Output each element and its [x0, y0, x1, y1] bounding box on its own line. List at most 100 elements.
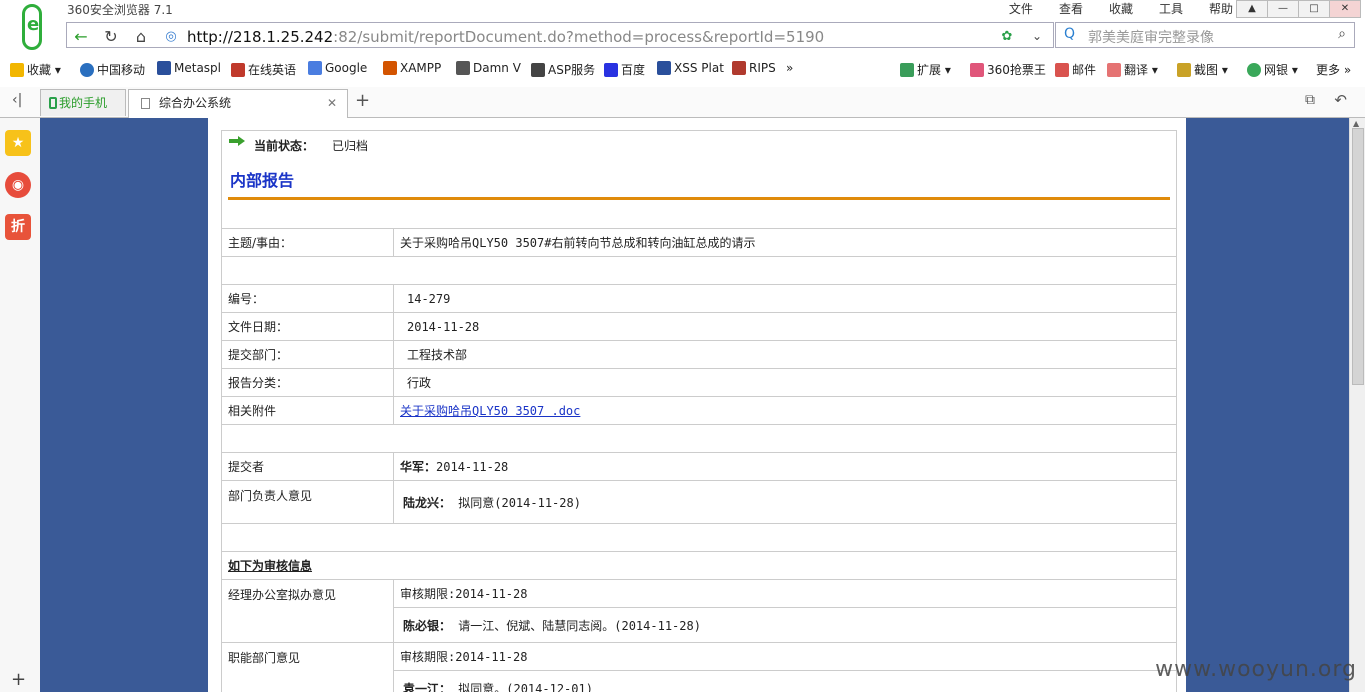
- bookmark-favorites[interactable]: 收藏 ▾: [10, 61, 61, 78]
- bookmark-metaspl[interactable]: Metaspl: [157, 61, 221, 75]
- table-row: 提交部门： 工程技术部: [222, 340, 1176, 369]
- category-value: 行政: [393, 368, 1176, 397]
- xampp-icon: [383, 61, 397, 75]
- tab-label: 综合办公系统: [159, 96, 232, 110]
- bookmark-online-english[interactable]: 在线英语: [231, 61, 296, 78]
- tool-translate[interactable]: 翻译 ▾: [1107, 61, 1158, 78]
- submitter-label: 提交者: [222, 452, 394, 481]
- report-document: 当前状态： 已归档 内部报告 主题/事由： 关于采购哈吊QLY50 3507#右…: [221, 130, 1177, 692]
- left-sidebar: ★ ◉ 折 +: [0, 118, 41, 692]
- back-icon[interactable]: ←: [69, 27, 93, 46]
- add-sidebar-icon[interactable]: +: [11, 669, 26, 690]
- extension-icon: [900, 63, 914, 77]
- tool-mail[interactable]: 邮件: [1055, 61, 1096, 78]
- report-title: 内部报告: [228, 157, 1170, 200]
- watermark: www.wooyun.org: [1155, 657, 1357, 682]
- number-label: 编号：: [222, 284, 394, 313]
- top-menu: 文件 查看 收藏 工具 帮助: [1009, 0, 1233, 17]
- minimize-icon[interactable]: —: [1267, 0, 1299, 18]
- report-container: 当前状态： 已归档 内部报告 主题/事由： 关于采购哈吊QLY50 3507#右…: [208, 118, 1186, 692]
- tab-office-system[interactable]: 综合办公系统 ✕: [128, 89, 348, 118]
- table-row-blank: [222, 424, 1176, 453]
- star-icon: [10, 63, 24, 77]
- menu-favorites[interactable]: 收藏: [1109, 0, 1133, 17]
- table-row: 提交者 华军：2014-11-28: [222, 452, 1176, 481]
- vertical-scrollbar[interactable]: ▲: [1349, 118, 1365, 692]
- menu-file[interactable]: 文件: [1009, 0, 1033, 17]
- review-section-heading: 如下为审核信息: [222, 551, 1176, 580]
- menu-help[interactable]: 帮助: [1209, 0, 1233, 17]
- ticket-icon: [970, 63, 984, 77]
- table-row-blank: [222, 256, 1176, 285]
- table-row: 文件日期： 2014-11-28: [222, 312, 1176, 341]
- asp-icon: [531, 63, 545, 77]
- close-tab-icon[interactable]: ✕: [327, 90, 337, 116]
- chevron-down-icon[interactable]: ⌄: [1025, 29, 1049, 43]
- maximize-icon[interactable]: □: [1298, 0, 1330, 18]
- number-value: 14-279: [393, 284, 1176, 313]
- rips-icon: [732, 61, 746, 75]
- office-label: 经理办公室拟办意见: [222, 579, 394, 643]
- bookmark-damn-v[interactable]: Damn V: [456, 61, 521, 75]
- menu-view[interactable]: 查看: [1059, 0, 1083, 17]
- tool-screenshot[interactable]: 截图 ▾: [1177, 61, 1228, 78]
- search-engine-icon[interactable]: Q: [1064, 26, 1075, 42]
- scrollbar-thumb[interactable]: [1352, 128, 1364, 385]
- dept-head-label: 部门负责人意见: [222, 480, 394, 524]
- bookmark-google[interactable]: Google: [308, 61, 367, 75]
- baidu-icon: [604, 63, 618, 77]
- office-opinion: 请一江、倪斌、陆慧同志阅。(2014-11-28): [458, 618, 701, 633]
- tab-scroll-left-icon[interactable]: ‹|: [12, 92, 22, 108]
- speed-mode-icon[interactable]: ✿: [995, 29, 1019, 44]
- table-row: 如下为审核信息: [222, 551, 1176, 580]
- attachment-link[interactable]: 关于采购哈吊QLY50 3507 .doc: [400, 404, 580, 418]
- bookmark-xampp[interactable]: XAMPP: [383, 61, 441, 75]
- func-opinion: 拟同意。(2014-12-01): [458, 681, 593, 692]
- weibo-icon[interactable]: ◉: [5, 172, 31, 198]
- pin-icon[interactable]: ▲: [1236, 0, 1268, 18]
- table-row: 主题/事由： 关于采购哈吊QLY50 3507#右前转向节总成和转向油缸总成的请…: [222, 228, 1176, 257]
- bookmark-asp[interactable]: ASP服务: [531, 61, 595, 78]
- table-row: 编号： 14-279: [222, 284, 1176, 313]
- address-row: ← ↻ ⌂ ◎ http://218.1.25.242:82/submit/re…: [0, 20, 1365, 55]
- bookmark-baidu[interactable]: 百度: [604, 61, 645, 78]
- url-text[interactable]: http://218.1.25.242:82/submit/reportDocu…: [187, 28, 824, 46]
- new-tab-icon[interactable]: +: [355, 90, 370, 111]
- dvwa-icon: [456, 61, 470, 75]
- undo-close-icon[interactable]: ↶: [1334, 91, 1347, 109]
- tool-bank[interactable]: 网银 ▾: [1247, 61, 1298, 78]
- tab-label: 我的手机: [59, 96, 108, 110]
- search-input[interactable]: 郭美美庭审完整录像: [1088, 27, 1214, 47]
- page-icon: [141, 98, 150, 109]
- bookmark-china-mobile[interactable]: 中国移动: [80, 61, 145, 78]
- func-label: 职能部门意见: [222, 642, 394, 692]
- search-icon[interactable]: ⌕: [1338, 26, 1346, 42]
- tool-extensions[interactable]: 扩展 ▾: [900, 61, 951, 78]
- tool-more[interactable]: 更多 »: [1316, 61, 1351, 78]
- close-window-icon[interactable]: ✕: [1329, 0, 1361, 18]
- status-label: 当前状态：: [254, 139, 315, 153]
- menu-tools[interactable]: 工具: [1159, 0, 1183, 17]
- app-title: 360安全浏览器 7.1: [67, 3, 173, 17]
- table-row: 职能部门意见 审核期限:2014-11-28: [222, 642, 1176, 692]
- bookmarks-overflow-icon[interactable]: »: [786, 61, 793, 75]
- refresh-icon[interactable]: ↻: [99, 27, 123, 46]
- tab-my-phone[interactable]: 我的手机: [40, 89, 126, 116]
- bookmark-xss-plat[interactable]: XSS Plat: [657, 61, 724, 75]
- search-box[interactable]: Q 郭美美庭审完整录像 ⌕: [1055, 22, 1355, 48]
- office-name: 陈必银：: [403, 618, 452, 633]
- date-value: 2014-11-28: [393, 312, 1176, 341]
- favorites-star-icon[interactable]: ★: [5, 130, 31, 156]
- home-icon[interactable]: ⌂: [129, 27, 153, 46]
- restore-tabs-icon[interactable]: ⧉: [1305, 92, 1315, 108]
- discount-icon[interactable]: 折: [5, 214, 31, 240]
- scroll-up-icon[interactable]: ▲: [1353, 119, 1359, 128]
- address-bar[interactable]: ← ↻ ⌂ ◎ http://218.1.25.242:82/submit/re…: [66, 22, 1054, 48]
- table-row: 报告分类： 行政: [222, 368, 1176, 397]
- table-row-blank: [222, 523, 1176, 552]
- report-title-text: 内部报告: [230, 171, 295, 190]
- tool-ticket[interactable]: 360抢票王: [970, 61, 1046, 78]
- bookmark-rips[interactable]: RIPS: [732, 61, 776, 75]
- tab-bar: ‹| 我的手机 综合办公系统 ✕ + ⧉ ↶: [0, 87, 1365, 118]
